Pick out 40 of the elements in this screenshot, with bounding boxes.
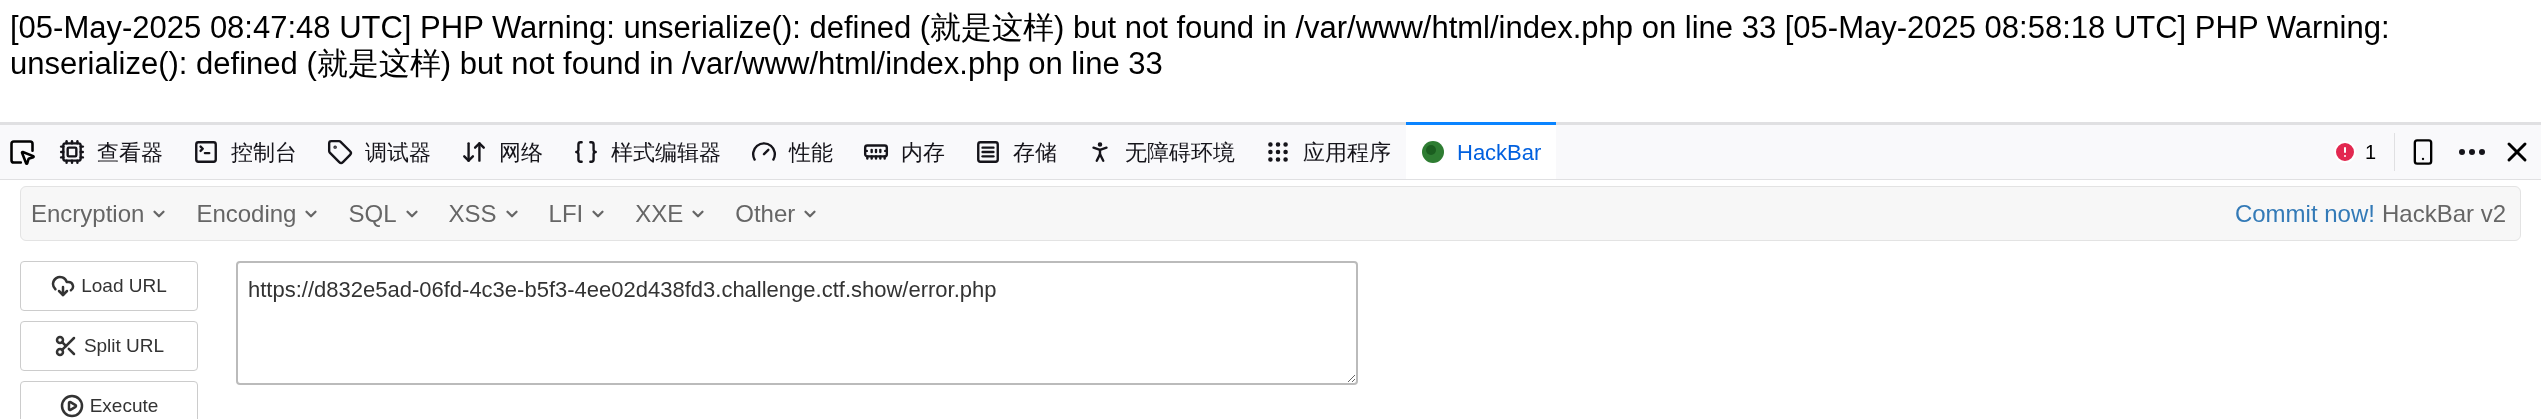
error-count: 1 <box>2364 140 2376 165</box>
url-field[interactable]: https://d832e5ad-06fd-4c3e-b5f3-4ee02d438fd3.challenge.ctf.show/error.php <box>236 261 1358 385</box>
devtools-tab[interactable]: 性能 <box>736 125 848 179</box>
devtools-tab[interactable]: 存储 <box>960 125 1072 179</box>
commit-link[interactable]: Commit now! <box>2234 195 2375 232</box>
version-label: HackBar v2 <box>2381 198 2506 229</box>
scissors-icon <box>53 334 78 358</box>
devtools-tab[interactable]: 内存 <box>848 125 960 179</box>
menu-dropdown[interactable]: Other <box>735 195 820 232</box>
devtools-tab[interactable]: 无障碍环境 <box>1072 125 1250 179</box>
hackbar-button[interactable]: Split URL <box>20 321 198 371</box>
chip-icon <box>59 139 85 165</box>
arrows-icon <box>461 139 487 165</box>
menu-dropdown[interactable]: Encoding <box>196 195 321 232</box>
error-message: [05-May-2025 08:47:48 UTC] PHP Warning: unserialize(): defined (就是这样) but not found in /var/www/html/index.php on line 33 [05-May-2025 08:58:18 UTC] PHP Warning: unserialize(): defined (就是这样) but not found in /var/www/html/index.php on line 33 <box>9 9 2391 83</box>
menu-dropdown[interactable]: LFI <box>548 195 608 232</box>
more-icon <box>2459 149 2485 155</box>
menu-dropdown[interactable]: Encryption <box>31 195 169 232</box>
devtools-tab[interactable]: 控制台 <box>178 125 312 179</box>
error-icon <box>2332 140 2357 164</box>
grid-icon <box>1265 139 1291 165</box>
play-icon <box>59 394 84 418</box>
braces-icon <box>573 139 599 165</box>
tag-icon <box>327 139 353 165</box>
logo-icon <box>1421 140 1445 164</box>
devtools-tab[interactable]: 查看器 <box>44 125 178 179</box>
hackbar-button[interactable]: Execute <box>20 381 198 419</box>
menu-dropdown[interactable]: XXE <box>635 195 708 232</box>
devtools-tab[interactable]: 网络 <box>446 125 558 179</box>
devtools-tab[interactable]: HackBar <box>1406 122 1557 179</box>
hackbar-button[interactable]: Load URL <box>20 261 198 311</box>
devtools-tab[interactable]: 应用程序 <box>1250 125 1406 179</box>
cursor-icon <box>8 138 36 166</box>
cloud-download-icon <box>51 274 76 298</box>
devtools-tab[interactable]: 调试器 <box>312 125 446 179</box>
storage-icon <box>975 139 1001 165</box>
menu-dropdown[interactable]: SQL <box>348 195 421 232</box>
menu-dropdown[interactable]: XSS <box>448 195 521 232</box>
terminal-icon <box>193 139 219 165</box>
devtools-tab[interactable]: 样式编辑器 <box>558 125 736 179</box>
